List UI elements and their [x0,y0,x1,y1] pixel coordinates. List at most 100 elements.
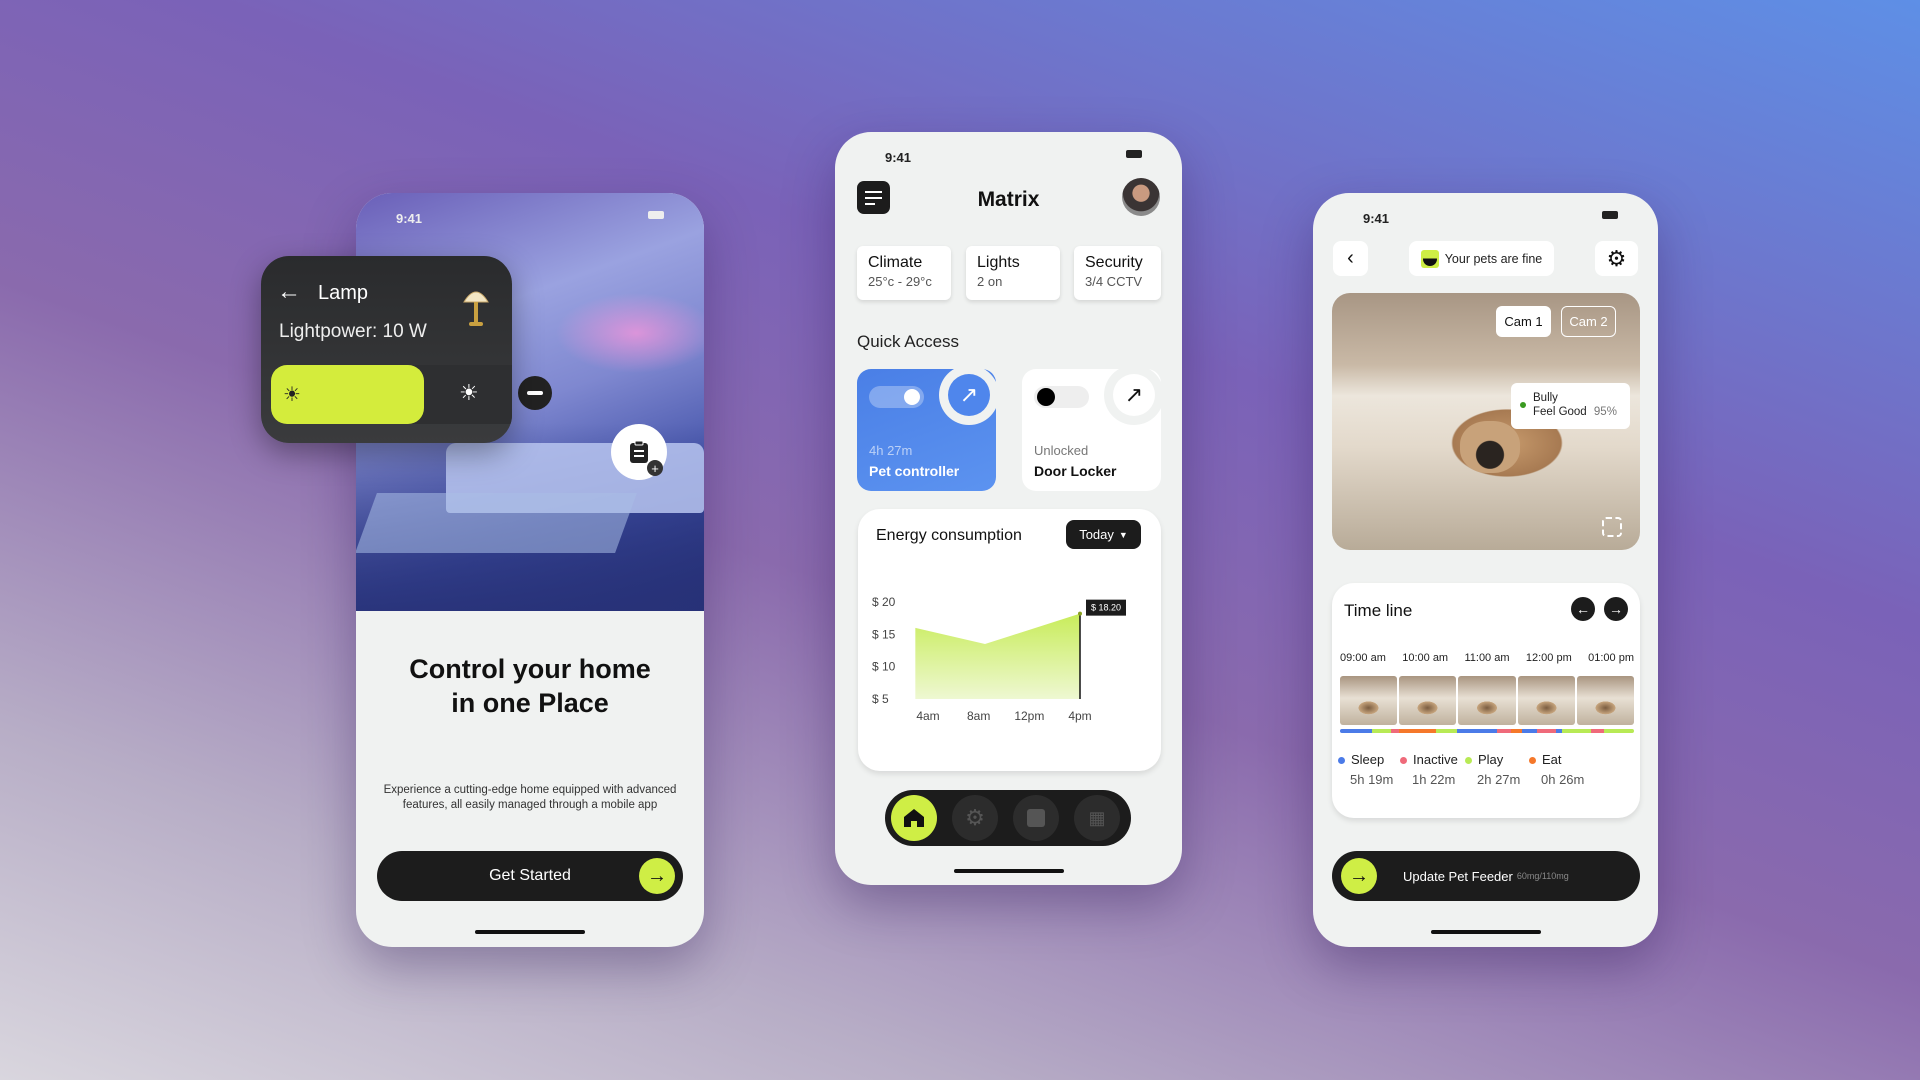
x-tick-label: 8am [967,709,990,723]
thumbnail[interactable] [1340,676,1398,725]
thumbnail[interactable] [1517,676,1575,725]
feeder-amount: 60mg/110mg [1516,871,1569,881]
activity-segment-inactive [1390,729,1399,733]
back-arrow-icon[interactable]: ← [277,278,301,306]
cam-1-button[interactable]: Cam 1 [1496,306,1551,337]
legend-value: 1h 22m [1412,772,1456,787]
pet-toggle[interactable] [869,386,924,408]
x-tick-label: 4pm [1068,709,1091,723]
legend-dot-icon [1465,757,1472,765]
mood-dot-icon [1520,402,1526,408]
legend-value: 2h 27m [1477,772,1521,787]
cam-2-button[interactable]: Cam 2 [1561,306,1616,337]
nav-home[interactable] [891,795,937,841]
pug-face [1460,421,1520,473]
time-label: 01:00 pm [1588,652,1634,664]
legend-label: Play [1478,752,1504,767]
timeline-prev-button[interactable]: ← [1571,597,1595,621]
nav-widgets[interactable]: ▦ [1074,795,1120,841]
fullscreen-icon[interactable] [1602,517,1622,537]
time-label: 12:00 pm [1525,652,1572,664]
legend-dot-icon [1400,757,1407,765]
activity-segment-inactive [1537,729,1556,733]
lamp-power: Lightpower: 10 W [279,321,427,342]
time-label: 09:00 am [1340,652,1386,664]
timeline-thumbnails [1340,676,1635,725]
marker-point [1078,611,1082,616]
pet-name: Bully [1533,392,1558,404]
time-label: 10:00 am [1402,652,1449,664]
brightness-slider[interactable]: ☀ ☀ [271,365,512,424]
door-toggle[interactable] [1034,386,1089,408]
minus-button[interactable] [518,376,552,410]
activity-segment-play [1435,729,1458,733]
pet-status-pill: Your pets are fine [1409,241,1554,276]
gear-icon: ⚙ [965,805,985,830]
legend-label: Inactive [1413,752,1458,767]
x-tick-label: 12pm [1014,709,1044,723]
box-icon [1027,809,1045,827]
chip-climate[interactable]: Climate 25°c - 29°c [857,246,951,300]
open-door-button[interactable]: ↗ [1104,365,1164,425]
legend-dot-icon [1529,757,1536,765]
timeline-next-button[interactable]: → [1604,597,1628,621]
bottom-nav: ⚙ ▦ [885,790,1131,846]
status-time: 9:41 [396,211,423,226]
time-label: 11:00 am [1464,652,1510,664]
door-status: Unlocked [1034,443,1089,458]
home-indicator [475,930,585,934]
pet-status-icon [1420,249,1439,268]
door-locker-card[interactable]: ↗ Unlocked Door Locker [1022,365,1164,491]
legend-item-eat: Eat 0h 26m [1529,752,1584,787]
pet-status-text: Your pets are fine [1444,251,1543,266]
headline-line-1: Control your home [409,654,651,684]
chip-security[interactable]: Security 3/4 CCTV [1074,246,1161,300]
arrow-left-icon: ← [1576,601,1590,617]
open-pet-button[interactable]: ↗ [939,365,999,425]
description-line-1: Experience a cutting-edge home equipped … [383,784,677,796]
home-indicator [1430,930,1541,934]
door-label: Door Locker [1034,463,1117,479]
x-tick-label: 4am [916,709,939,723]
pet-mood-tag: Bully Feel Good 95% [1511,383,1630,429]
legend-item-inactive: Inactive 1h 22m [1400,752,1458,787]
quick-access-heading: Quick Access [857,332,960,351]
status-time: 9:41 [1363,211,1390,226]
arrow-up-right-icon: ↗ [948,374,990,416]
thumbnail[interactable] [1458,676,1516,725]
arrow-right-icon: → [639,858,675,894]
arrow-right-icon: → [1609,601,1623,617]
energy-chart: $ 18.20 $ 5 $ 10 $ 15 $ 20 4am 8am 12pm 4pm [872,595,1126,723]
legend-item-sleep: Sleep 5h 19m [1338,752,1393,787]
get-started-label: Get Started [489,867,571,884]
nav-settings[interactable]: ⚙ [952,795,998,841]
update-feeder-button[interactable]: → Update Pet Feeder 60mg/110mg [1332,851,1640,901]
timeline-title: Time line [1344,601,1413,620]
avatar[interactable] [1122,178,1160,216]
chip-lights[interactable]: Lights 2 on [966,246,1060,300]
activity-segment-play [1562,729,1591,733]
settings-button[interactable]: ⚙ [1595,241,1638,276]
thumbnail[interactable] [1576,676,1635,725]
activity-segment-sleep [1457,729,1498,733]
status-time: 9:41 [885,150,912,165]
get-started-button[interactable]: Get Started → [377,851,683,901]
y-tick-label: $ 20 [872,595,896,609]
dashboard-phone: 9:41 Matrix Climate 25°c - 29°c Lights 2 o… [835,132,1182,885]
thumbnail[interactable] [1399,676,1457,725]
brightness-fill: ☀ [271,365,424,424]
activity-segment-eat [1398,729,1436,733]
add-note-button[interactable]: + [611,424,667,480]
lamp-control-card: ← Lamp Lightpower: 10 W ☀ ☀ [261,256,512,443]
back-button[interactable]: ‹ [1333,241,1368,276]
chip-label: Climate [868,254,923,271]
bright-sun-icon: ☀ [459,380,479,405]
camera-feed[interactable]: Cam 1 Cam 2 Bully Feel Good 95% [1332,293,1640,550]
chip-label: Lights [977,254,1020,271]
activity-segment-sleep [1555,729,1563,733]
nav-devices[interactable] [1013,795,1059,841]
pet-monitor-phone: 9:41 ‹ Your pets are fine ⚙ Cam 1 Cam 2 … [1313,193,1658,947]
timeline-card: Time line ← → 09:00 am 10:00 am 11:00 am 12… [1332,583,1640,818]
pet-controller-card[interactable]: ↗ 4h 27m Pet controller [857,365,999,491]
legend-value: 0h 26m [1541,772,1585,787]
